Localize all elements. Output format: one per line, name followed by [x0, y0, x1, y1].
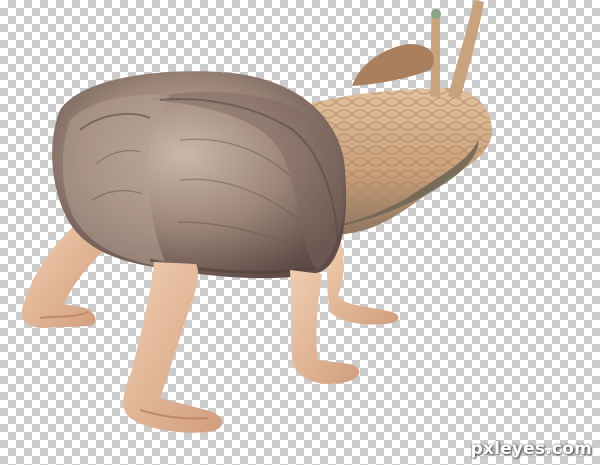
- snail-shell: [52, 71, 347, 279]
- right-front-leg: [290, 270, 360, 384]
- composite-artwork: [21, 0, 493, 433]
- photo-canvas: pxleyes.com: [0, 0, 600, 465]
- left-front-leg: [123, 262, 223, 433]
- site-watermark: pxleyes.com: [470, 439, 592, 459]
- right-back-leg: [327, 238, 399, 325]
- shell-tip: [352, 44, 434, 86]
